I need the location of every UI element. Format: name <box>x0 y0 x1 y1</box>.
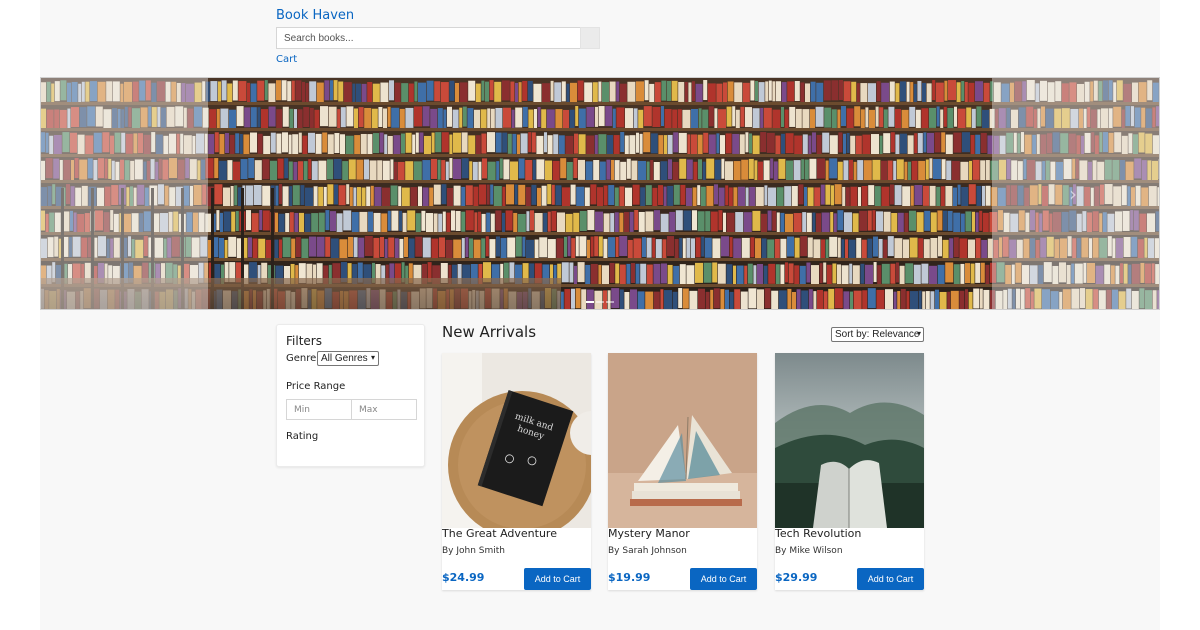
price-min-input[interactable] <box>286 399 352 420</box>
book-price: $29.99 <box>775 571 818 584</box>
rating-label: Rating <box>286 431 319 442</box>
price-range-label: Price Range <box>286 381 346 392</box>
book-cover-image[interactable] <box>775 353 924 528</box>
chevron-down-icon: ▾ <box>370 353 375 362</box>
filters-title: Filters <box>286 334 322 348</box>
price-max-input[interactable] <box>351 399 417 420</box>
add-to-cart-button[interactable]: Add to Cart <box>857 568 924 590</box>
sort-select[interactable]: Sort by: Relevance ▾ <box>831 327 924 342</box>
book-card[interactable]: Tech Revolution By Mike Wilson $29.99 Ad… <box>775 353 924 590</box>
book-title[interactable]: Mystery Manor <box>608 527 690 540</box>
chevron-right-icon[interactable]: › <box>1069 182 1077 206</box>
book-card[interactable]: Mystery Manor By Sarah Johnson $19.99 Ad… <box>608 353 757 590</box>
book-title[interactable]: Tech Revolution <box>775 527 861 540</box>
book-cover-image[interactable]: milk and honey <box>442 353 591 528</box>
add-to-cart-button[interactable]: Add to Cart <box>690 568 757 590</box>
hero-carousel: › <box>40 77 1160 310</box>
sort-selected-value: Sort by: Relevance <box>835 329 920 340</box>
carousel-dot[interactable] <box>596 301 604 303</box>
carousel-indicators <box>586 301 614 303</box>
book-price: $24.99 <box>442 571 485 584</box>
book-author: By Mike Wilson <box>775 546 843 556</box>
book-price: $19.99 <box>608 571 651 584</box>
book-cover-image[interactable] <box>608 353 757 528</box>
search-input[interactable] <box>276 27 580 49</box>
cart-link[interactable]: Cart <box>276 54 297 65</box>
chevron-down-icon: ▾ <box>916 329 921 338</box>
section-title: New Arrivals <box>442 323 537 341</box>
carousel-dot[interactable] <box>586 301 594 303</box>
book-author: By Sarah Johnson <box>608 546 687 556</box>
brand-logo[interactable]: Book Haven <box>276 8 354 23</box>
genre-selected-value: All Genres <box>321 353 368 364</box>
add-to-cart-button[interactable]: Add to Cart <box>524 568 591 590</box>
genre-label: Genre <box>286 353 317 364</box>
carousel-prev-area[interactable] <box>41 78 208 309</box>
book-author: By John Smith <box>442 546 506 556</box>
genre-select[interactable]: All Genres ▾ <box>317 351 379 366</box>
book-title[interactable]: The Great Adventure <box>442 527 557 540</box>
carousel-dot[interactable] <box>606 301 614 303</box>
search-button[interactable] <box>580 27 600 49</box>
filters-panel: Filters Genre All Genres ▾ Price Range R… <box>276 324 425 467</box>
search-bar <box>276 27 600 49</box>
book-card[interactable]: milk and honey The Great Adventure By Jo… <box>442 353 591 590</box>
